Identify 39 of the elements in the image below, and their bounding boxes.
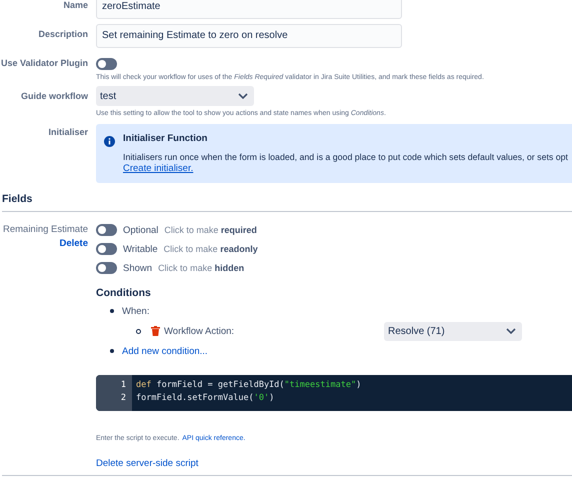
- delete-link[interactable]: Delete: [59, 238, 88, 249]
- toggle-hint: Click to make readonly: [164, 244, 258, 254]
- workflow-action-select[interactable]: Resolve (71): [384, 322, 522, 340]
- toggle-switch[interactable]: [96, 224, 117, 236]
- condition-label: Workflow Action:: [164, 326, 236, 336]
- code-editor[interactable]: 1 2 def formField = getFieldById("timeestimate") formField.setFormValue('0'): [96, 375, 572, 411]
- text-input[interactable]: Set remaining Estimate to zero on resolve: [96, 24, 402, 48]
- create-initialiser-link[interactable]: Create initialiser.: [123, 163, 194, 174]
- trash-icon[interactable]: [151, 326, 160, 336]
- text-input[interactable]: zeroEstimate: [96, 0, 402, 19]
- field-label: Initialiser: [47, 126, 88, 139]
- toggle-switch[interactable]: [96, 58, 117, 70]
- line-number: 1: [120, 379, 126, 392]
- conditions-heading: Conditions: [96, 287, 152, 299]
- code-line: formField.setFormValue('0'): [136, 392, 276, 405]
- code-line: def formField = getFieldById("timeestimate"): [136, 379, 362, 392]
- field-label: Guide workflow: [20, 90, 88, 103]
- info-icon: [104, 136, 115, 147]
- toggle-label: Optional: [123, 224, 158, 236]
- toggle-label: Writable: [123, 244, 158, 254]
- line-number: 2: [120, 392, 126, 405]
- field-label: Use Validator Plugin: [0, 57, 88, 70]
- add-condition-link[interactable]: Add new condition...: [122, 346, 208, 356]
- toggle-switch[interactable]: [96, 262, 117, 274]
- workflow-select[interactable]: test: [96, 86, 254, 106]
- chevron-down-icon: [506, 328, 516, 334]
- delete-script-link[interactable]: Delete server-side script: [96, 458, 198, 469]
- field-name: Remaining Estimate: [2, 224, 88, 235]
- toggle-hint: Click to make hidden: [158, 263, 244, 273]
- chevron-down-icon: [238, 93, 248, 99]
- field-label: Description: [37, 28, 88, 41]
- toggle-hint: Click to make required: [164, 225, 257, 235]
- toggle-label: Shown: [123, 262, 152, 274]
- toggle-switch[interactable]: [96, 243, 117, 255]
- info-title: Initialiser Function: [123, 133, 208, 144]
- field-label: Name: [62, 0, 88, 12]
- when-label: When:: [122, 306, 150, 316]
- info-text: Initialisers run once when the form is loaded, and is a good place to put code which sets default values, or sets opt: [123, 152, 568, 162]
- section-heading: Fields: [2, 193, 34, 205]
